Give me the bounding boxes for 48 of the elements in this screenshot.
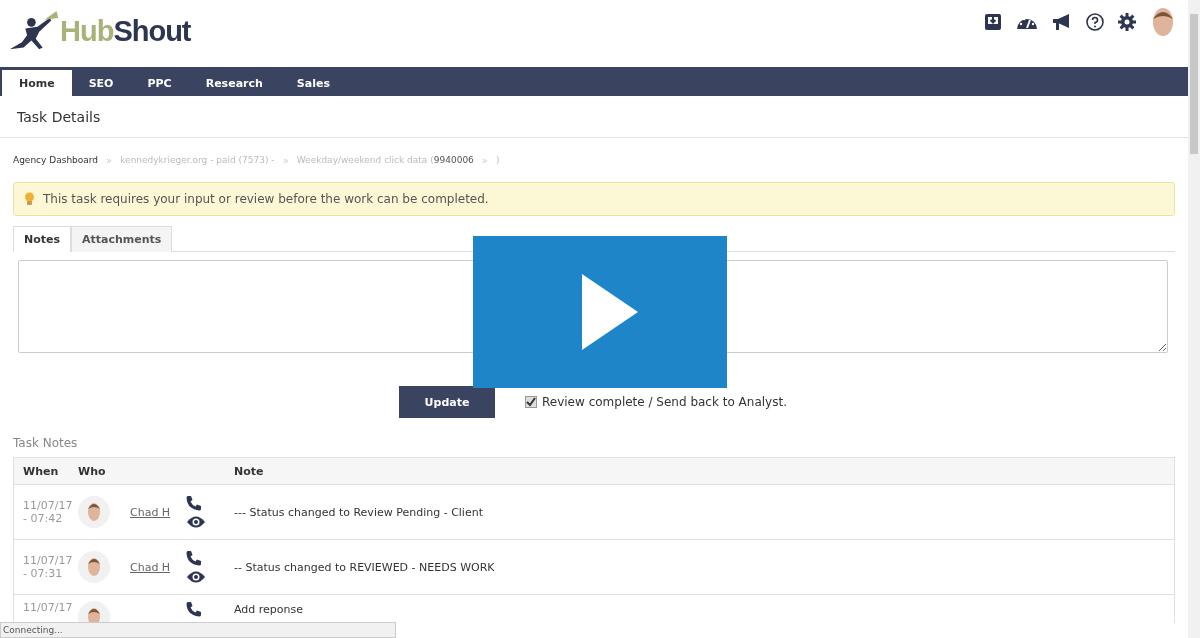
eye-icon[interactable]: [186, 570, 206, 584]
lightbulb-icon: [24, 192, 35, 206]
column-header: When: [22, 464, 60, 478]
megaphone-icon[interactable]: [1052, 13, 1072, 31]
tab[interactable]: Attachments: [71, 226, 173, 252]
phone-icon[interactable]: [186, 601, 202, 617]
table-cell: -- Status changed to REVIEWED - NEEDS WORK: [234, 560, 495, 574]
nav-tab[interactable]: Home: [2, 70, 72, 96]
checkbox-label: Review complete / Send back to Analyst.: [542, 395, 787, 409]
nav-tab[interactable]: Research: [188, 70, 280, 96]
alert-text: This task requires your input or review before the work can be completed.: [43, 192, 489, 206]
nav-tab[interactable]: SEO: [71, 70, 131, 96]
table-cell-text: 11/07/17: [22, 601, 74, 614]
section-title: Task Notes: [13, 436, 79, 450]
breadcrumb-separator: »: [106, 154, 113, 166]
nav-tab[interactable]: Sales: [279, 70, 347, 96]
user-link[interactable]: Chad H: [130, 505, 171, 519]
scrollbar[interactable]: [1188, 0, 1200, 638]
play-icon: [580, 272, 640, 352]
column-header: Who: [78, 464, 107, 478]
phone-icon[interactable]: [186, 495, 202, 511]
tab[interactable]: Notes: [13, 226, 72, 252]
table-cell-text: 11/07/17 - 07:31: [22, 554, 74, 580]
nav-tab[interactable]: PPC: [130, 70, 189, 96]
table-cell-text: 11/07/17 - 07:42: [22, 499, 74, 525]
help-icon[interactable]: [1086, 13, 1104, 31]
breadcrumb-separator: »: [481, 154, 488, 166]
avatar[interactable]: [1150, 7, 1176, 37]
checkbox[interactable]: [525, 396, 537, 408]
table-cell-text: Add reponse: [234, 602, 304, 616]
phone-icon[interactable]: [186, 550, 202, 566]
breadcrumb-link[interactable]: Agency Dashboard: [13, 155, 99, 165]
breadcrumb-separator: »: [282, 154, 289, 166]
eye-icon[interactable]: [186, 515, 206, 529]
user-link[interactable]: Chad H: [130, 560, 171, 574]
breadcrumb-link[interactable]: Weekday/weekend click data (9940006: [296, 155, 474, 165]
avatar: [78, 551, 110, 583]
logo[interactable]: HubShout: [8, 6, 191, 56]
avatar: [78, 496, 110, 528]
page-title: Task Details: [17, 108, 101, 125]
update-button[interactable]: Update: [399, 386, 495, 418]
settings-icon[interactable]: [1118, 13, 1136, 31]
column-header: Note: [234, 464, 264, 478]
play-button[interactable]: [473, 236, 727, 388]
table-cell: --- Status changed to Review Pending - Client: [234, 505, 483, 519]
download-icon[interactable]: [984, 13, 1002, 31]
logo-text: HubShout: [60, 14, 191, 48]
breadcrumb-text: ): [495, 155, 500, 165]
